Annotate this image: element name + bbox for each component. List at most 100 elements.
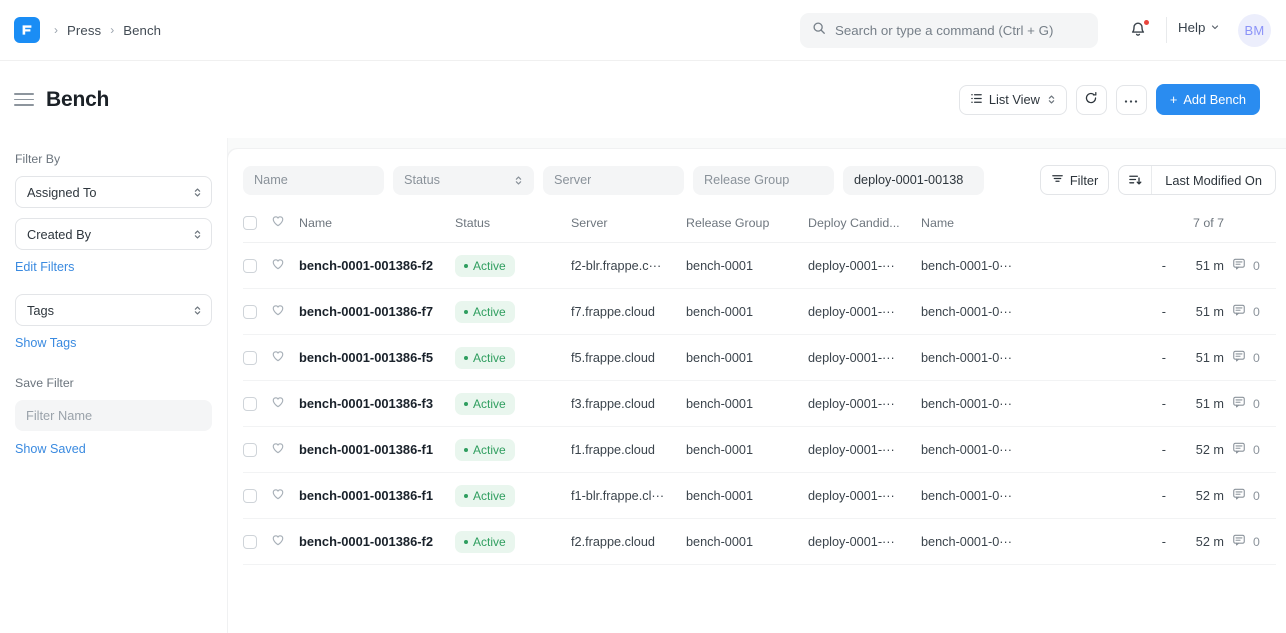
heart-icon[interactable] <box>271 303 299 320</box>
filter-name-input[interactable] <box>15 400 212 431</box>
row-blank-cell: - <box>1106 289 1166 335</box>
row-name-cell[interactable]: bench-0001-001386-f2 <box>299 243 455 289</box>
notifications-button[interactable] <box>1128 19 1152 43</box>
filter-button-label: Filter <box>1070 173 1098 188</box>
table-row[interactable]: bench-0001-001386-f1 Active f1-blr.frapp… <box>243 473 1276 519</box>
filter-status-field[interactable]: Status <box>393 166 534 195</box>
row-release-group-cell: bench-0001 <box>686 243 808 289</box>
status-dot-icon <box>464 402 468 406</box>
chevron-updown-icon <box>193 228 202 241</box>
row-status-cell: Active <box>455 381 571 427</box>
row-checkbox[interactable] <box>243 305 257 319</box>
column-header-release-group[interactable]: Release Group <box>686 214 808 243</box>
filter-release-group-field[interactable]: Release Group <box>693 166 834 195</box>
row-favorite-cell <box>271 519 299 565</box>
row-server-cell: f2-blr.frappe.c··· <box>571 243 686 289</box>
breadcrumb-item-press[interactable]: Press <box>67 23 101 38</box>
assigned-to-select[interactable]: Assigned To <box>15 176 212 208</box>
row-server-cell: f7.frappe.cloud <box>571 289 686 335</box>
column-header-deploy-candidate[interactable]: Deploy Candid... <box>808 214 921 243</box>
row-name-cell[interactable]: bench-0001-001386-f1 <box>299 427 455 473</box>
table-row[interactable]: bench-0001-001386-f7 Active f7.frappe.cl… <box>243 289 1276 335</box>
status-badge-label: Active <box>473 397 506 411</box>
frappe-logo-icon[interactable] <box>14 17 40 43</box>
row-name-cell[interactable]: bench-0001-001386-f3 <box>299 381 455 427</box>
show-saved-link[interactable]: Show Saved <box>15 442 212 456</box>
created-by-select[interactable]: Created By <box>15 218 212 250</box>
row-comments-cell[interactable]: 0 <box>1224 243 1276 289</box>
sort-icon[interactable] <box>1119 166 1152 194</box>
comment-icon <box>1232 533 1246 550</box>
view-switcher-button[interactable]: List View <box>959 85 1067 115</box>
status-dot-icon <box>464 356 468 360</box>
row-comments-cell[interactable]: 0 <box>1224 381 1276 427</box>
global-search[interactable] <box>800 13 1098 48</box>
comment-icon <box>1232 441 1246 458</box>
row-name-cell[interactable]: bench-0001-001386-f1 <box>299 473 455 519</box>
edit-filters-link[interactable]: Edit Filters <box>15 260 212 274</box>
row-checkbox[interactable] <box>243 489 257 503</box>
table-row[interactable]: bench-0001-001386-f1 Active f1.frappe.cl… <box>243 427 1276 473</box>
column-header-name[interactable]: Name <box>299 214 455 243</box>
heart-icon[interactable] <box>271 441 299 458</box>
heart-icon[interactable] <box>271 533 299 550</box>
help-label: Help <box>1178 20 1205 35</box>
filter-button[interactable]: Filter <box>1040 165 1109 195</box>
row-name-text: bench-0001-001386-f2 <box>299 258 433 273</box>
more-options-button[interactable] <box>1116 85 1147 115</box>
row-status-cell: Active <box>455 519 571 565</box>
row-favorite-cell <box>271 427 299 473</box>
status-badge: Active <box>455 531 515 553</box>
row-name2-cell: bench-0001-0··· <box>921 427 1106 473</box>
filter-server-field[interactable]: Server <box>543 166 684 195</box>
breadcrumb-item-bench[interactable]: Bench <box>123 23 161 38</box>
row-select-cell <box>243 243 271 289</box>
filter-name-field[interactable]: Name <box>243 166 384 195</box>
row-blank-cell: - <box>1106 243 1166 289</box>
row-checkbox[interactable] <box>243 397 257 411</box>
search-icon <box>812 21 826 40</box>
row-comments-cell[interactable]: 0 <box>1224 427 1276 473</box>
row-checkbox[interactable] <box>243 351 257 365</box>
tags-select[interactable]: Tags <box>15 294 212 326</box>
filter-release-group-text: Release Group <box>704 173 789 187</box>
status-dot-icon <box>464 310 468 314</box>
table-row[interactable]: bench-0001-001386-f2 Active f2.frappe.cl… <box>243 519 1276 565</box>
row-name-cell[interactable]: bench-0001-001386-f5 <box>299 335 455 381</box>
row-checkbox[interactable] <box>243 535 257 549</box>
column-header-status[interactable]: Status <box>455 214 571 243</box>
filter-deploy-candidate-field[interactable]: deploy-0001-00138 <box>843 166 984 195</box>
column-header-server[interactable]: Server <box>571 214 686 243</box>
sort-control: Last Modified On <box>1118 165 1276 195</box>
row-checkbox[interactable] <box>243 443 257 457</box>
row-comments-cell[interactable]: 0 <box>1224 519 1276 565</box>
help-menu[interactable]: Help <box>1178 20 1220 35</box>
row-name-cell[interactable]: bench-0001-001386-f7 <box>299 289 455 335</box>
row-comments-cell[interactable]: 0 <box>1224 335 1276 381</box>
show-tags-link[interactable]: Show Tags <box>15 336 212 350</box>
table-row[interactable]: bench-0001-001386-f5 Active f5.frappe.cl… <box>243 335 1276 381</box>
row-name-cell[interactable]: bench-0001-001386-f2 <box>299 519 455 565</box>
row-comments-cell[interactable]: 0 <box>1224 473 1276 519</box>
row-blank-cell: - <box>1106 519 1166 565</box>
topbar-divider <box>1166 17 1167 43</box>
search-input[interactable] <box>835 23 1086 38</box>
add-bench-button[interactable]: + Add Bench <box>1156 84 1260 115</box>
column-header-name-2[interactable]: Name <box>921 214 1106 243</box>
hamburger-icon[interactable] <box>14 93 34 106</box>
heart-icon[interactable] <box>271 395 299 412</box>
table-row[interactable]: bench-0001-001386-f3 Active f3.frappe.cl… <box>243 381 1276 427</box>
filter-bar: Name Status Server Release Group deploy-… <box>243 165 1276 195</box>
heart-icon[interactable] <box>271 257 299 274</box>
avatar[interactable]: BM <box>1238 14 1271 47</box>
view-switcher-label: List View <box>989 92 1040 107</box>
sort-field-label[interactable]: Last Modified On <box>1152 173 1275 188</box>
table-row[interactable]: bench-0001-001386-f2 Active f2-blr.frapp… <box>243 243 1276 289</box>
row-checkbox[interactable] <box>243 259 257 273</box>
row-name2-cell: bench-0001-0··· <box>921 519 1106 565</box>
heart-icon[interactable] <box>271 487 299 504</box>
heart-icon[interactable] <box>271 349 299 366</box>
select-all-checkbox[interactable] <box>243 216 257 230</box>
refresh-button[interactable] <box>1076 85 1107 115</box>
row-comments-cell[interactable]: 0 <box>1224 289 1276 335</box>
